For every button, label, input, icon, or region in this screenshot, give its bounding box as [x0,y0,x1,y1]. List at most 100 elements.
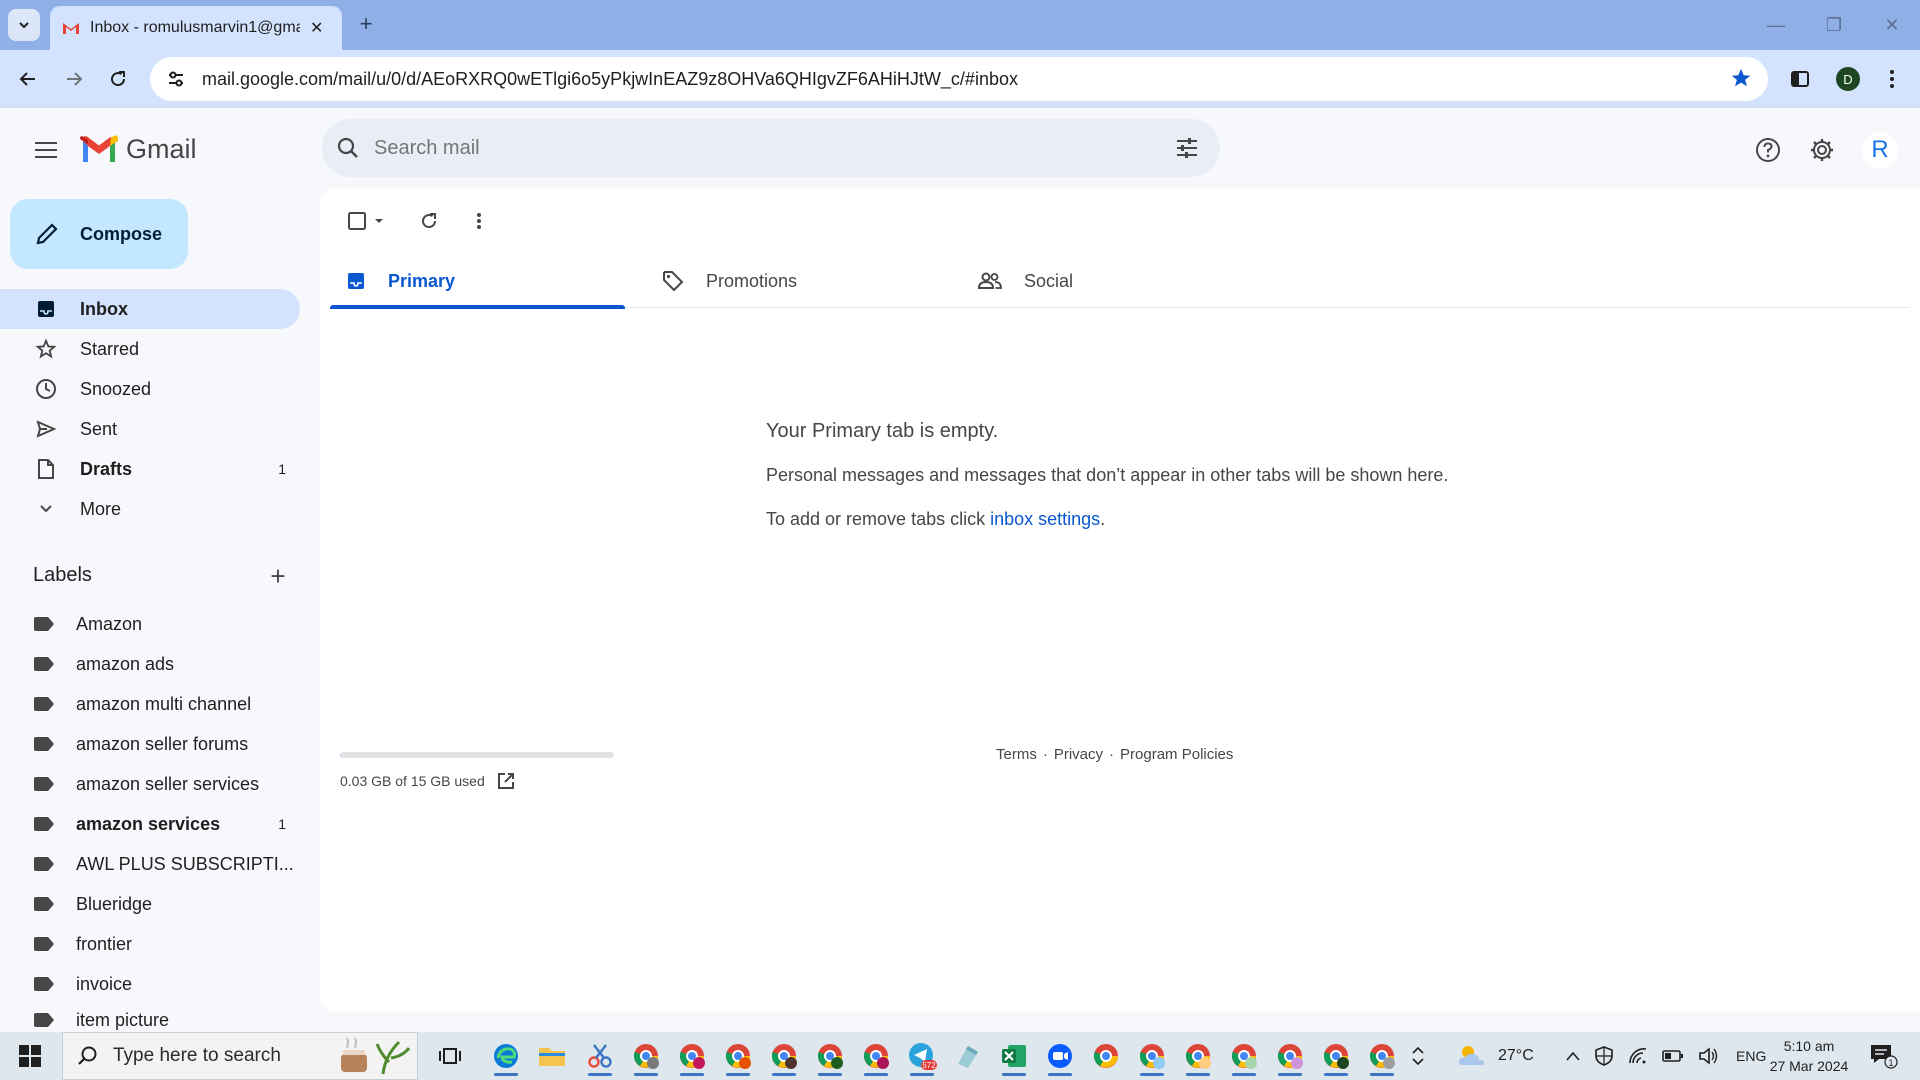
taskbar-snipping-tool[interactable] [582,1038,618,1076]
taskbar-clock[interactable]: 5:10 am 27 Mar 2024 [1756,1036,1862,1076]
minimize-button[interactable]: — [1748,0,1804,50]
taskbar-chrome-profile[interactable] [1134,1038,1170,1076]
label-item[interactable]: frontier [0,924,300,964]
search-icon[interactable] [336,136,360,160]
taskbar-chrome-profile[interactable] [1364,1038,1400,1076]
nav-item-snoozed[interactable]: Snoozed [0,369,300,409]
nav-item-drafts[interactable]: Drafts 1 [0,449,300,489]
reload-button[interactable] [102,63,134,95]
tab-search-button[interactable] [8,9,40,41]
taskbar-scroll-arrows[interactable] [1412,1032,1424,1080]
taskbar-chrome[interactable] [1088,1038,1124,1074]
nav-item-more[interactable]: More [0,489,300,529]
taskbar-chrome-profile[interactable] [766,1038,802,1076]
privacy-link[interactable]: Privacy [1054,746,1103,763]
taskbar-telegram[interactable]: 572 [904,1038,940,1076]
bookmark-star-icon[interactable] [1730,67,1752,94]
gmail-logo[interactable]: Gmail [80,134,197,165]
task-view-button[interactable] [432,1038,468,1074]
taskbar-chrome-profile[interactable] [1180,1038,1216,1076]
close-tab-icon[interactable]: ✕ [310,18,323,38]
label-item[interactable]: amazon services 1 [0,804,300,844]
compose-button[interactable]: Compose [10,199,188,269]
notification-center-button[interactable]: 1 [1868,1032,1898,1080]
account-avatar[interactable]: R [1862,132,1898,168]
footer-separator: · [1042,746,1048,763]
label-item[interactable]: item picture [0,1004,300,1032]
nav-item-sent[interactable]: Sent [0,409,300,449]
close-window-button[interactable]: ✕ [1864,0,1920,50]
search-options-icon[interactable] [1174,135,1200,166]
browser-menu-button[interactable] [1876,63,1908,95]
taskbar-chrome-profile[interactable] [628,1038,664,1076]
running-indicator [1370,1073,1394,1076]
forward-button[interactable] [58,63,90,95]
site-info-icon[interactable] [164,67,188,91]
select-all-checkbox[interactable] [340,204,392,238]
chrome-profile-icon [817,1044,843,1069]
label-item[interactable]: Amazon [0,604,300,644]
search-input[interactable] [374,136,1134,160]
label-item[interactable]: amazon seller forums [0,724,300,764]
search-bar[interactable] [322,119,1220,177]
create-label-button[interactable]: + [264,561,292,591]
taskbar-chrome-profile[interactable] [812,1038,848,1076]
terms-link[interactable]: Terms [996,746,1037,763]
label-item[interactable]: amazon ads [0,644,300,684]
more-actions-button[interactable] [462,204,496,238]
refresh-button[interactable] [412,204,446,238]
label-icon [34,737,54,751]
inbox-settings-link[interactable]: inbox settings [990,509,1100,529]
label-item[interactable]: amazon multi channel [0,684,300,724]
weather-widget[interactable]: 27°C [1456,1032,1534,1080]
taskbar-chrome-profile[interactable] [674,1038,710,1076]
main-menu-button[interactable] [26,130,66,170]
weather-cloud-sun-icon [1458,1046,1485,1066]
clock-date: 27 Mar 2024 [1769,1058,1849,1074]
taskbar-file-explorer[interactable] [534,1038,570,1074]
reload-icon [111,71,126,87]
gmail-m-icon [80,135,118,162]
tab-primary[interactable]: Primary [330,254,625,309]
tab-social[interactable]: Social [962,254,1257,308]
tab-promotions[interactable]: Promotions [646,254,941,308]
new-tab-button[interactable]: + [352,10,380,38]
taskbar-search-box[interactable]: Type here to search [62,1032,418,1080]
taskbar-chrome-profile[interactable] [858,1038,894,1076]
label-name: item picture [76,1010,170,1030]
nav-label: Inbox [80,298,128,319]
security-shield-icon[interactable] [1594,1046,1614,1066]
address-bar[interactable]: mail.google.com/mail/u/0/d/AEoRXRQ0wETlg… [150,57,1768,101]
label-item[interactable]: Blueridge [0,884,300,924]
support-button[interactable] [1748,130,1788,170]
label-item[interactable]: amazon seller services [0,764,300,804]
taskbar-notes-app[interactable] [950,1038,986,1074]
taskbar-edge[interactable] [488,1038,524,1076]
taskbar-chrome-profile[interactable] [1226,1038,1262,1076]
browser-profile-avatar[interactable]: D [1836,67,1860,91]
nav-item-inbox[interactable]: Inbox [0,289,300,329]
start-button[interactable] [10,1040,50,1072]
taskbar-chrome-profile[interactable] [1272,1038,1308,1076]
battery-icon[interactable] [1662,1049,1684,1063]
program-policies-link[interactable]: Program Policies [1120,746,1233,763]
label-item[interactable]: AWL PLUS SUBSCRIPTI... [0,844,300,884]
taskbar-chrome-profile[interactable] [720,1038,756,1076]
nav-item-starred[interactable]: Starred [0,329,300,369]
taskbar-search-placeholder: Type here to search [113,1045,281,1066]
running-indicator [1048,1073,1072,1076]
side-panel-button[interactable] [1784,63,1816,95]
show-hidden-icons-icon[interactable] [1566,1051,1580,1061]
system-tray: ENG [1566,1032,1766,1080]
restore-button[interactable]: ❐ [1806,0,1862,50]
taskbar-chrome-profile[interactable] [1318,1038,1354,1076]
back-button[interactable] [12,63,44,95]
open-in-new-icon[interactable] [497,772,515,790]
taskbar-zoom[interactable] [1042,1038,1078,1076]
wifi-icon[interactable] [1628,1047,1648,1065]
taskbar-excel[interactable] [996,1038,1032,1076]
label-item[interactable]: invoice [0,964,300,1004]
settings-button[interactable] [1802,130,1842,170]
browser-tab-gmail[interactable]: Inbox - romulusmarvin1@gmail.com - Gmail… [50,6,342,50]
volume-icon[interactable] [1698,1047,1718,1065]
